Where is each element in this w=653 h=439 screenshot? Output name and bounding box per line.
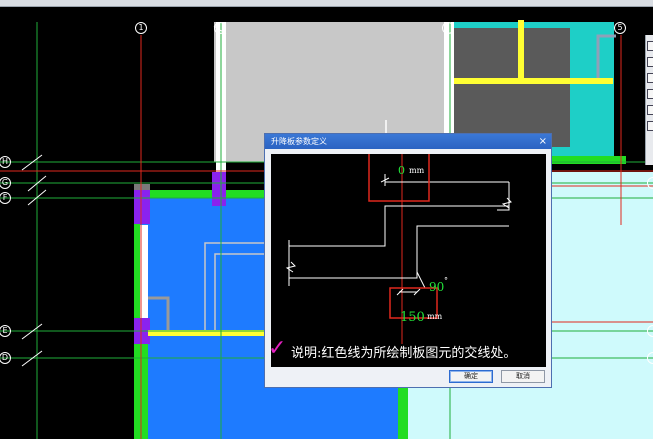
- cad-column-purple-2: [212, 172, 226, 206]
- cad-column-purple: [134, 190, 150, 224]
- right-toolbar: [645, 35, 653, 165]
- section-drawing: [285, 154, 512, 344]
- axis-marker-row: [647, 352, 653, 364]
- angle-mark: [416, 271, 426, 289]
- toolbar-icon[interactable]: [647, 73, 653, 83]
- toolbar-icon[interactable]: [647, 121, 653, 131]
- ok-button[interactable]: 确定: [449, 370, 493, 383]
- axis-marker-column: [442, 22, 454, 34]
- angle-value[interactable]: 90: [429, 280, 444, 294]
- axis-marker-row: [647, 325, 653, 337]
- checkmark-annotation-icon: ✓: [268, 336, 287, 361]
- dialog-note: 说明:红色线为所绘制板图元的交线处。: [291, 346, 517, 361]
- cad-beam-green-top: [134, 190, 264, 198]
- slab-outline-lower: [289, 225, 509, 279]
- cad-beam-green-right: [398, 385, 408, 439]
- axis-label-column: 5: [614, 22, 626, 34]
- break-symbol: [285, 261, 296, 273]
- close-icon[interactable]: ×: [539, 134, 547, 149]
- toolbar-icon[interactable]: [647, 89, 653, 99]
- axis-marker-row: [647, 177, 653, 189]
- angle-unit: °: [444, 276, 448, 285]
- cad-column-gray: [134, 184, 150, 190]
- bottom-offset-value[interactable]: 150: [400, 310, 425, 325]
- toolbar-icon[interactable]: [647, 41, 653, 51]
- slab-elevation-dialog: 升降板参数定义 × 0 mm 90 ° 150 mm ✓ 说明:红色线为所绘制板…: [264, 133, 552, 388]
- top-offset-value[interactable]: 0: [398, 164, 405, 177]
- section-diagram: 0 mm 90 ° 150 mm ✓ 说明:红色线为所绘制板图元的交线处。: [268, 154, 546, 367]
- cancel-button[interactable]: 取消: [501, 370, 545, 383]
- toolbar-icon[interactable]: [647, 105, 653, 115]
- axis-marker-column: [214, 22, 226, 34]
- highlight-box-top: [368, 154, 430, 202]
- cad-beam-yellow-vertical: [518, 20, 524, 82]
- cad-beam-green-left: [134, 196, 140, 439]
- dialog-title: 升降板参数定义: [271, 137, 327, 146]
- cad-beam-yellow: [448, 78, 613, 84]
- toolbar-icon[interactable]: [647, 57, 653, 67]
- top-offset-unit: mm: [409, 166, 425, 175]
- cad-region-darkgray: [454, 28, 570, 147]
- dialog-title-bar[interactable]: 升降板参数定义 ×: [265, 134, 551, 149]
- bottom-offset-unit: mm: [427, 312, 443, 321]
- axis-label-column: 1: [135, 22, 147, 34]
